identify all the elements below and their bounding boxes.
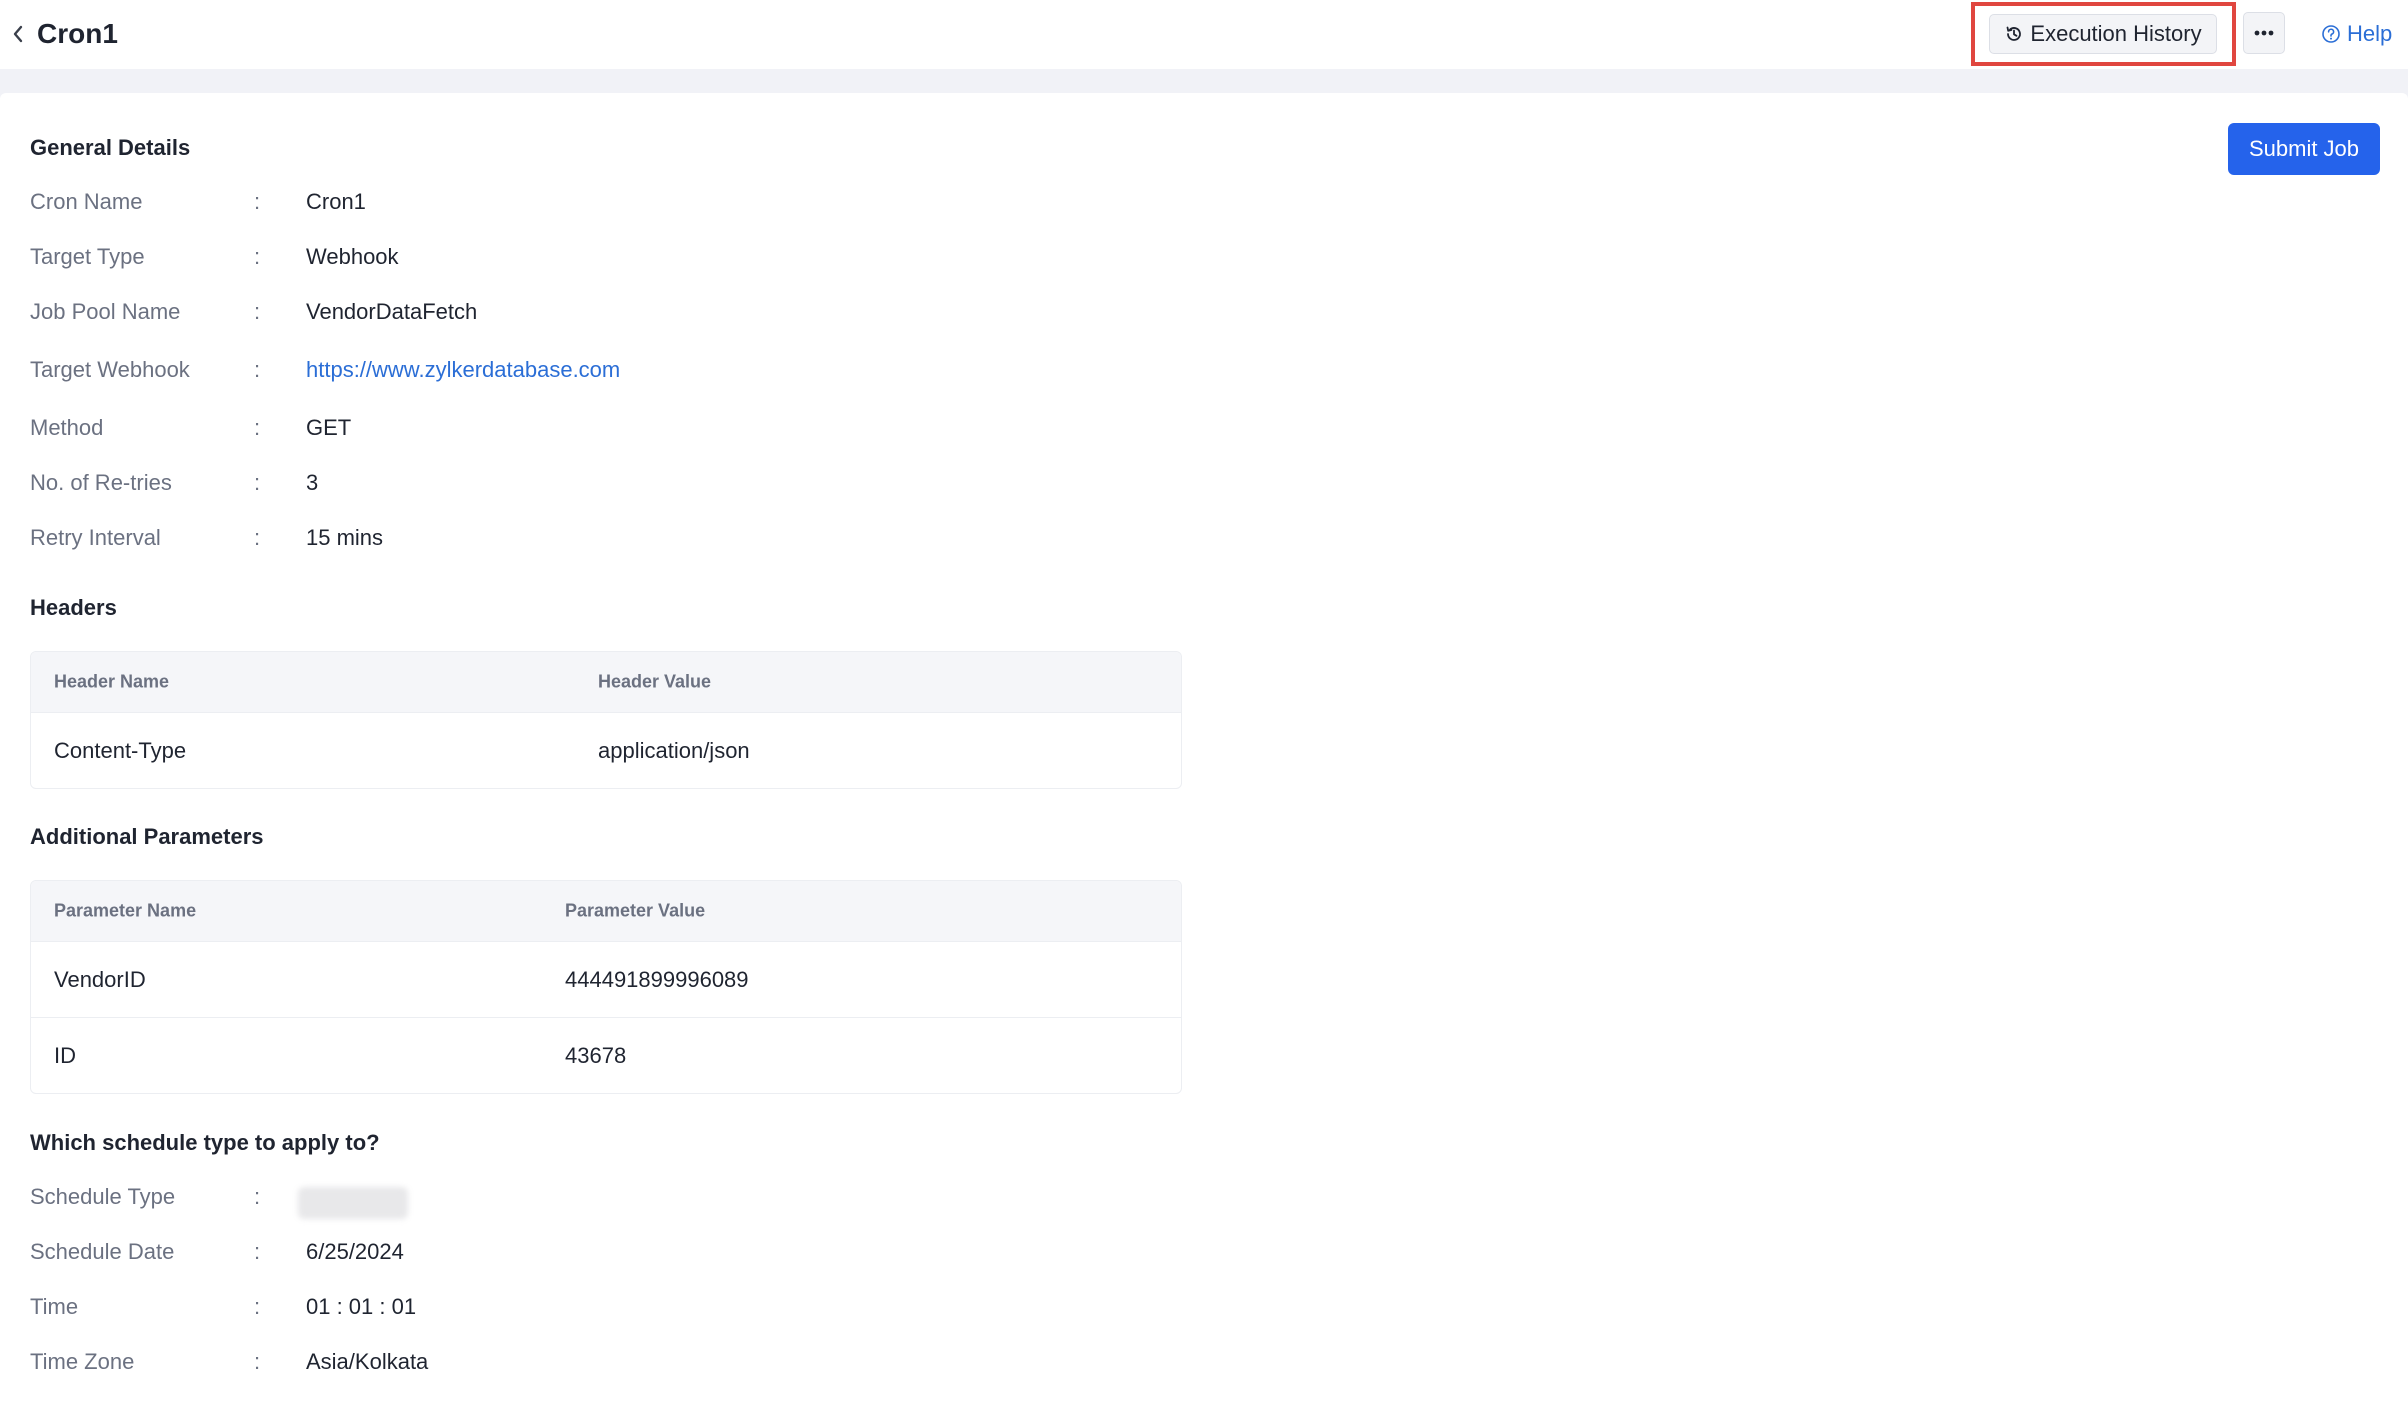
field-schedule-type: Schedule Type : (30, 1182, 830, 1219)
submit-job-button[interactable]: Submit Job (2228, 123, 2380, 175)
table-cell: application/json (598, 737, 750, 763)
column-header: Parameter Value (565, 900, 706, 921)
table-cell: VendorID (54, 966, 146, 992)
field-separator: : (254, 244, 261, 269)
field-separator: : (254, 299, 261, 324)
field-label: Method (30, 415, 104, 440)
schedule-type-value-redacted (298, 1187, 408, 1219)
more-horizontal-icon (2254, 30, 2274, 36)
field-value: Webhook (306, 244, 399, 269)
field-value: VendorDataFetch (306, 299, 478, 324)
field-retry-interval: Retry Interval : 15 mins (30, 523, 830, 553)
field-value: 3 (306, 470, 319, 495)
field-schedule-date: Schedule Date : 6/25/2024 (30, 1237, 830, 1267)
additional-parameters-title: Additional Parameters (30, 824, 264, 849)
table-cell: ID (54, 1042, 76, 1068)
help-circle-icon (2322, 25, 2340, 43)
top-bar: Cron1 Execution History Help (0, 0, 2408, 69)
column-header: Header Name (54, 671, 170, 692)
field-value: 15 mins (306, 525, 384, 550)
help-link[interactable]: Help (2321, 18, 2392, 50)
table-cell: 43678 (565, 1042, 627, 1068)
field-label: Target Webhook (30, 357, 190, 382)
field-separator: : (254, 1184, 261, 1209)
parameters-table: Parameter Name Parameter Value VendorID … (30, 880, 1182, 1094)
execution-history-label: Execution History (2030, 21, 2202, 46)
field-label: Cron Name (30, 189, 143, 214)
field-label: Retry Interval (30, 525, 161, 550)
field-value: 01 : 01 : 01 (306, 1294, 417, 1319)
field-label: Target Type (30, 244, 145, 269)
field-job-pool-name: Job Pool Name : VendorDataFetch (30, 297, 830, 327)
field-value: Cron1 (306, 189, 366, 214)
field-value: GET (306, 415, 352, 440)
help-label: Help (2347, 21, 2393, 46)
chevron-left-icon (13, 25, 23, 43)
field-target-webhook: Target Webhook : https://www.zylkerdatab… (30, 355, 830, 385)
headers-table: Header Name Header Value Content-Type ap… (30, 651, 1182, 789)
target-webhook-link[interactable]: https://www.zylkerdatabase.com (306, 355, 620, 385)
field-separator: : (254, 189, 261, 214)
field-value: Asia/Kolkata (306, 1349, 429, 1374)
general-details-title: General Details (30, 135, 191, 160)
field-time-zone: Time Zone : Asia/Kolkata (30, 1347, 830, 1377)
field-separator: : (254, 357, 261, 382)
field-separator: : (254, 1349, 261, 1374)
execution-history-button[interactable]: Execution History (1989, 14, 2217, 54)
column-header: Header Value (598, 671, 712, 692)
field-label: Job Pool Name (30, 299, 181, 324)
table-cell: 444491899996089 (565, 966, 749, 992)
field-separator: : (254, 1294, 261, 1319)
field-value: 6/25/2024 (306, 1239, 404, 1264)
details-card: Submit Job General Details Cron Name : C… (0, 93, 2408, 1414)
field-label: No. of Re-tries (30, 470, 172, 495)
field-separator: : (254, 525, 261, 550)
headers-title: Headers (30, 595, 117, 620)
field-separator: : (254, 415, 261, 440)
field-label: Time Zone (30, 1349, 135, 1374)
field-cron-name: Cron Name : Cron1 (30, 187, 830, 217)
field-separator: : (254, 470, 261, 495)
table-row: ID 43678 (31, 1017, 1181, 1093)
field-target-type: Target Type : Webhook (30, 242, 830, 272)
page-title: Cron1 (37, 18, 118, 49)
table-row: Content-Type application/json (31, 712, 1181, 788)
more-options-button[interactable] (2243, 12, 2285, 54)
column-header: Parameter Name (54, 900, 197, 921)
back-button[interactable] (4, 16, 32, 52)
field-retries: No. of Re-tries : 3 (30, 468, 830, 498)
history-icon (2007, 26, 2022, 41)
table-header: Header Name Header Value (31, 652, 1181, 712)
table-cell: Content-Type (54, 737, 187, 763)
field-label: Schedule Type (30, 1184, 176, 1209)
field-label: Time (30, 1294, 79, 1319)
field-method: Method : GET (30, 413, 830, 443)
field-label: Schedule Date (30, 1239, 175, 1264)
table-row: VendorID 444491899996089 (31, 941, 1181, 1017)
table-header: Parameter Name Parameter Value (31, 881, 1181, 941)
schedule-section-title: Which schedule type to apply to? (30, 1130, 380, 1155)
field-separator: : (254, 1239, 261, 1264)
field-time: Time : 01 : 01 : 01 (30, 1292, 830, 1322)
